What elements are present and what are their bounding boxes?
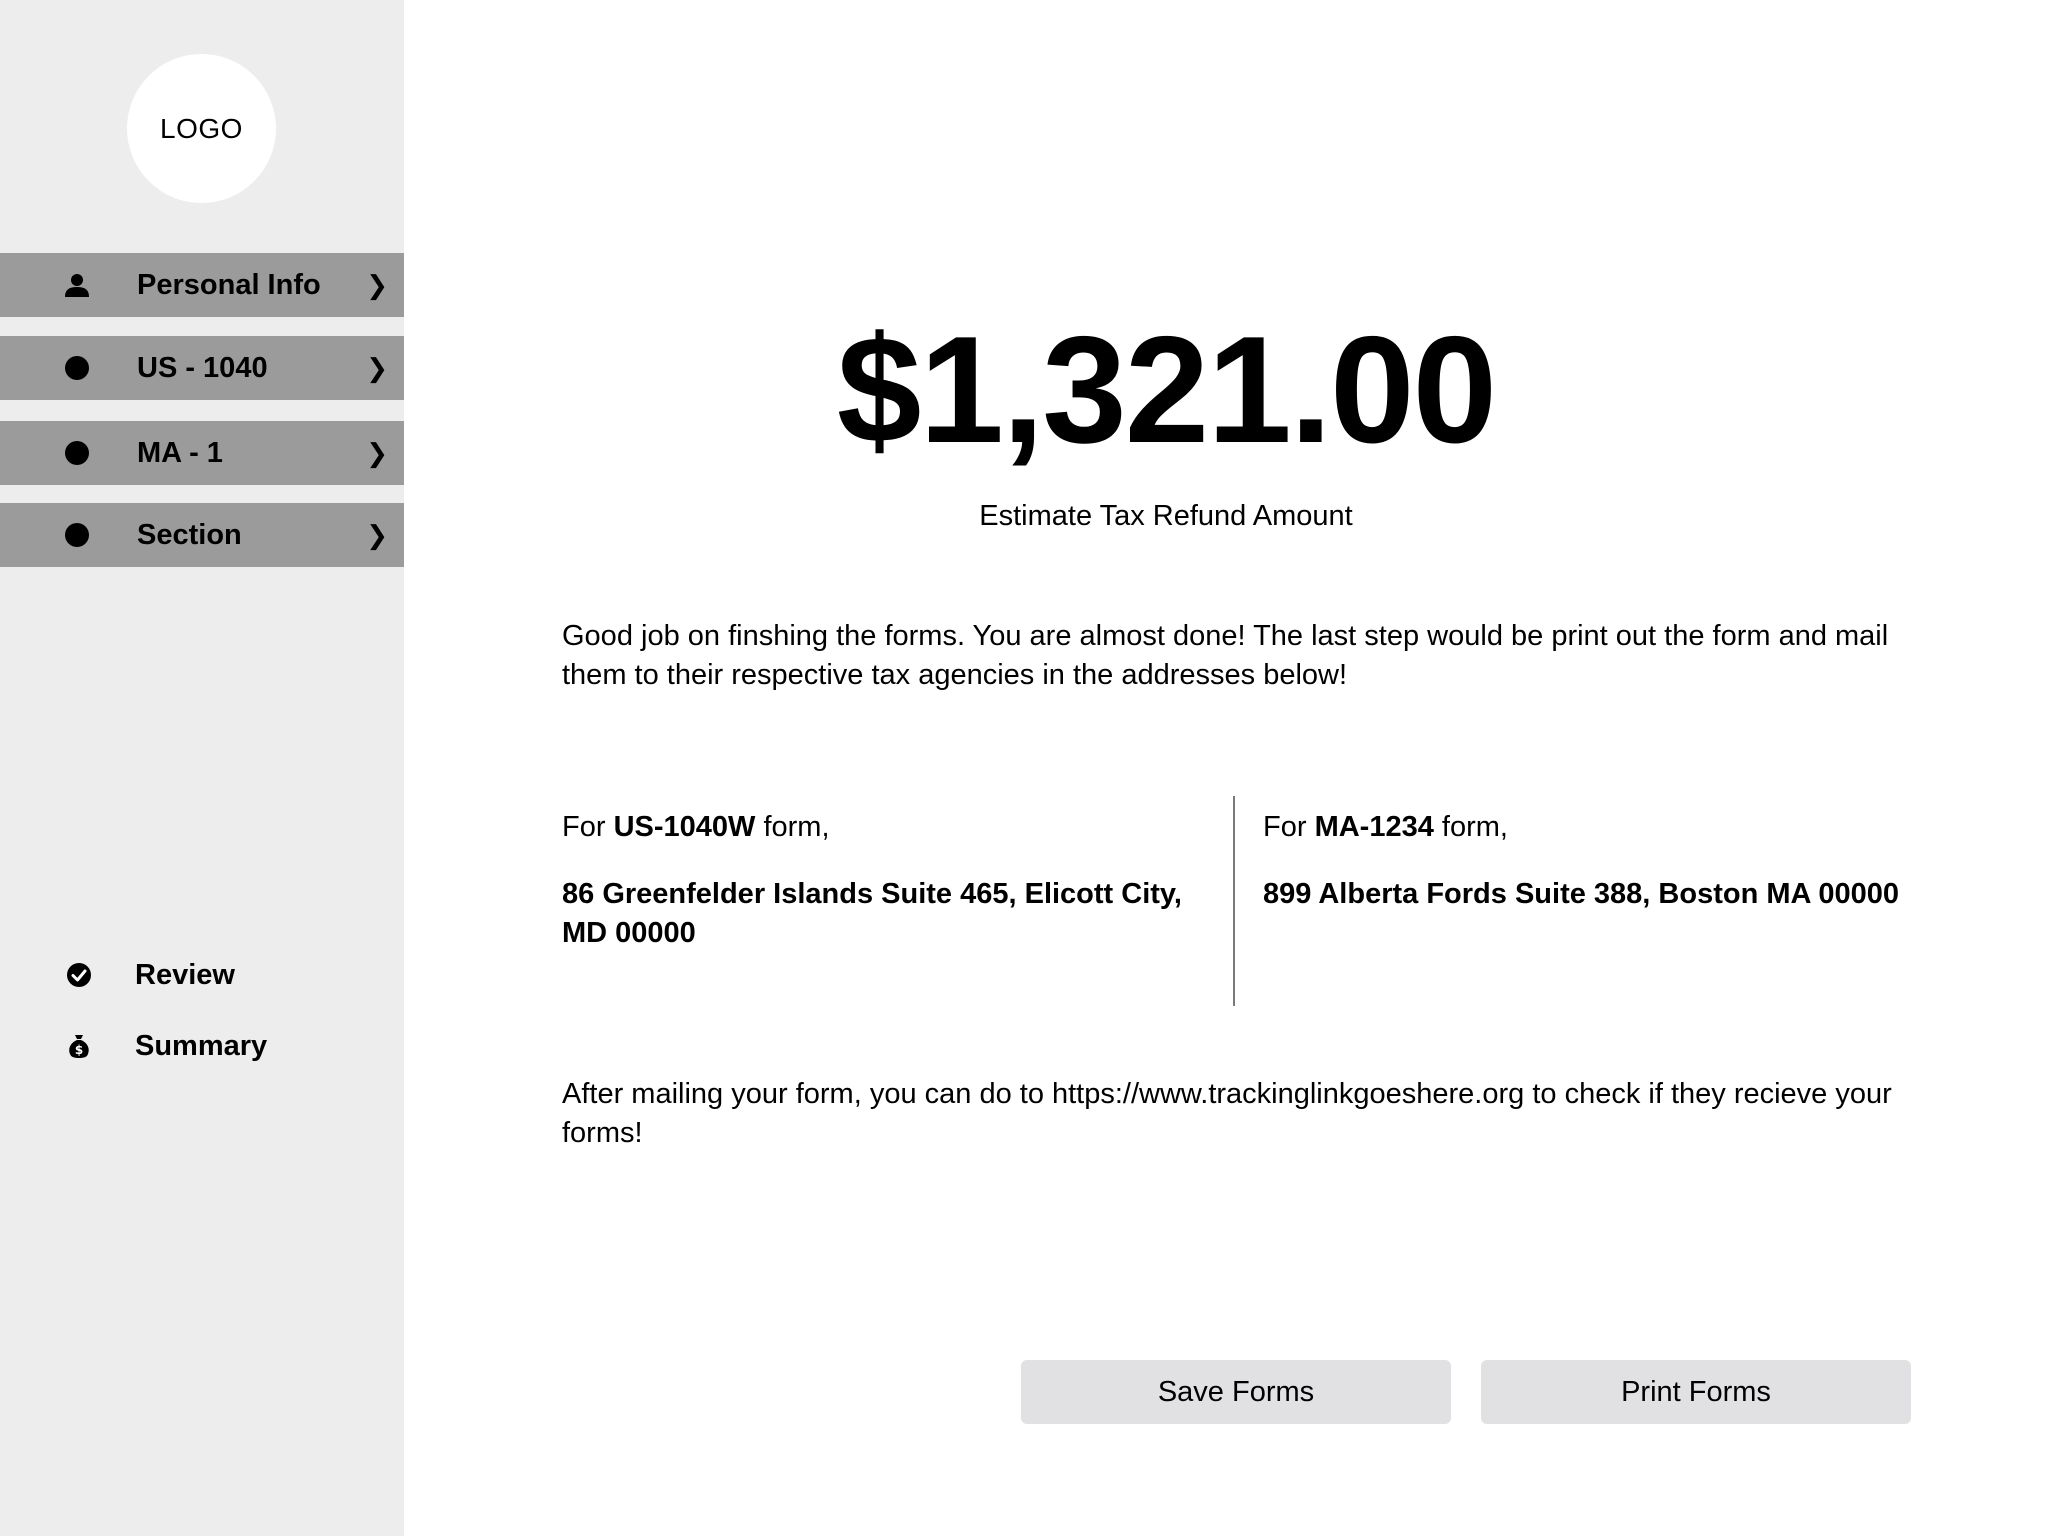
sidebar-item-label: Section bbox=[137, 518, 242, 551]
sidebar-item-ma-1[interactable]: MA - 1 ❯ bbox=[0, 421, 404, 485]
sidebar-item-section[interactable]: Section ❯ bbox=[0, 503, 404, 567]
heading-suffix: form, bbox=[755, 811, 830, 843]
print-forms-button[interactable]: Print Forms bbox=[1481, 1360, 1911, 1424]
dot-icon bbox=[64, 355, 90, 381]
left-form-address: 86 Greenfelder Islands Suite 465, Elicot… bbox=[562, 878, 1182, 949]
sidebar-item-summary[interactable]: $ Summary bbox=[0, 1021, 404, 1071]
left-form-heading: For US-1040W form, bbox=[562, 808, 1202, 847]
form-name: MA-1234 bbox=[1314, 811, 1434, 843]
sidebar-item-review[interactable]: Review bbox=[0, 950, 404, 1000]
tracking-text: After mailing your form, you can do to h… bbox=[562, 1078, 1892, 1149]
sidebar-item-label: Summary bbox=[135, 1029, 268, 1062]
dot-icon bbox=[64, 440, 90, 466]
person-icon bbox=[64, 272, 90, 298]
sidebar-item-label: US - 1040 bbox=[137, 351, 268, 384]
money-bag-icon: $ bbox=[66, 1033, 92, 1059]
left-form-block: For US-1040W form, 86 Greenfelder Island… bbox=[562, 808, 1202, 953]
heading-suffix: form, bbox=[1433, 811, 1508, 843]
dot-icon bbox=[64, 522, 90, 548]
logo: LOGO bbox=[127, 54, 276, 203]
intro-text: Good job on finshing the forms. You are … bbox=[562, 620, 1889, 691]
sidebar-item-personal-info[interactable]: Personal Info ❯ bbox=[0, 253, 404, 317]
chevron-right-icon: ❯ bbox=[366, 437, 388, 468]
form-name: US-1040W bbox=[613, 811, 756, 843]
check-badge-icon bbox=[66, 962, 92, 988]
right-form-address: 899 Alberta Fords Suite 388, Boston MA 0… bbox=[1263, 878, 1900, 910]
sidebar-item-label: Review bbox=[135, 958, 235, 991]
heading-prefix: For bbox=[562, 811, 614, 843]
sidebar-item-us-1040[interactable]: US - 1040 ❯ bbox=[0, 336, 404, 400]
save-forms-button[interactable]: Save Forms bbox=[1021, 1360, 1451, 1424]
refund-amount-label: Estimate Tax Refund Amount bbox=[979, 500, 1353, 532]
column-divider bbox=[1233, 796, 1235, 1006]
right-form-heading: For MA-1234 form, bbox=[1263, 808, 1963, 847]
sidebar-item-label: Personal Info bbox=[137, 268, 321, 301]
sidebar: LOGO Personal Info ❯ US - 1040 ❯ MA - 1 … bbox=[0, 0, 404, 1536]
chevron-right-icon: ❯ bbox=[366, 352, 388, 383]
chevron-right-icon: ❯ bbox=[366, 519, 388, 550]
sidebar-item-label: MA - 1 bbox=[137, 436, 223, 469]
svg-text:$: $ bbox=[75, 1043, 83, 1057]
right-form-block: For MA-1234 form, 899 Alberta Fords Suit… bbox=[1263, 808, 1963, 914]
chevron-right-icon: ❯ bbox=[366, 269, 388, 300]
refund-amount: $1,321.00 bbox=[836, 305, 1497, 475]
heading-prefix: For bbox=[1263, 811, 1315, 843]
